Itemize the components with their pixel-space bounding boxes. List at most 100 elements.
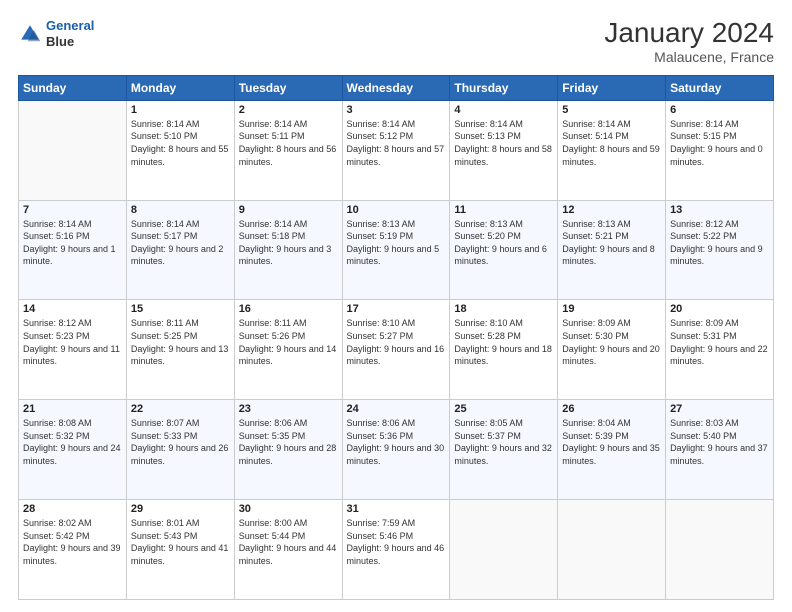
day-info: Sunrise: 8:06 AMSunset: 5:36 PMDaylight:…	[347, 417, 446, 467]
day-number: 10	[347, 204, 446, 216]
day-info: Sunrise: 8:08 AMSunset: 5:32 PMDaylight:…	[23, 417, 122, 467]
subtitle: Malaucene, France	[604, 49, 774, 65]
calendar-day-cell: 3 Sunrise: 8:14 AMSunset: 5:12 PMDaylight…	[342, 100, 450, 200]
calendar-day-cell: 21Sunrise: 8:08 AMSunset: 5:32 PMDayligh…	[19, 400, 127, 500]
weekday-header: Saturday	[666, 75, 774, 100]
day-number: 3	[347, 104, 446, 116]
day-number: 27	[670, 403, 769, 415]
calendar-day-cell: 15 Sunrise: 8:11 AMSunset: 5:25 PMDayligh…	[126, 300, 234, 400]
calendar-day-cell	[666, 500, 774, 600]
calendar-day-cell: 18 Sunrise: 8:10 AMSunset: 5:28 PMDayligh…	[450, 300, 558, 400]
day-number: 28	[23, 503, 122, 515]
calendar-day-cell: 1 Sunrise: 8:14 AMSunset: 5:10 PMDaylight…	[126, 100, 234, 200]
day-info: Sunrise: 8:13 AMSunset: 5:19 PMDaylight:…	[347, 218, 446, 268]
day-info: Sunrise: 8:14 AMSunset: 5:18 PMDaylight:…	[239, 218, 338, 268]
calendar-day-cell: 6 Sunrise: 8:14 AMSunset: 5:15 PMDaylight…	[666, 100, 774, 200]
calendar-day-cell: 4 Sunrise: 8:14 AMSunset: 5:13 PMDaylight…	[450, 100, 558, 200]
day-info: Sunrise: 8:09 AMSunset: 5:30 PMDaylight:…	[562, 317, 661, 367]
day-info: Sunrise: 8:14 AMSunset: 5:16 PMDaylight:…	[23, 218, 122, 268]
weekday-header: Wednesday	[342, 75, 450, 100]
day-number: 5	[562, 104, 661, 116]
calendar-day-cell: 7Sunrise: 8:14 AMSunset: 5:16 PMDaylight…	[19, 200, 127, 300]
day-number: 6	[670, 104, 769, 116]
calendar-day-cell: 27 Sunrise: 8:03 AMSunset: 5:40 PMDayligh…	[666, 400, 774, 500]
day-info: Sunrise: 8:04 AMSunset: 5:39 PMDaylight:…	[562, 417, 661, 467]
day-info: Sunrise: 8:00 AMSunset: 5:44 PMDaylight:…	[239, 517, 338, 567]
day-number: 15	[131, 303, 230, 315]
calendar-day-cell: 9Sunrise: 8:14 AMSunset: 5:18 PMDaylight…	[234, 200, 342, 300]
weekday-header: Sunday	[19, 75, 127, 100]
day-info: Sunrise: 8:01 AMSunset: 5:43 PMDaylight:…	[131, 517, 230, 567]
calendar-day-cell: 29 Sunrise: 8:01 AMSunset: 5:43 PMDayligh…	[126, 500, 234, 600]
weekday-header: Thursday	[450, 75, 558, 100]
day-info: Sunrise: 8:10 AMSunset: 5:27 PMDaylight:…	[347, 317, 446, 367]
calendar-table: SundayMondayTuesdayWednesdayThursdayFrid…	[18, 75, 774, 600]
day-number: 26	[562, 403, 661, 415]
calendar-day-cell: 20 Sunrise: 8:09 AMSunset: 5:31 PMDayligh…	[666, 300, 774, 400]
day-info: Sunrise: 8:14 AMSunset: 5:15 PMDaylight:…	[670, 118, 769, 168]
day-info: Sunrise: 8:14 AMSunset: 5:12 PMDaylight:…	[347, 118, 446, 168]
day-info: Sunrise: 8:13 AMSunset: 5:21 PMDaylight:…	[562, 218, 661, 268]
day-number: 30	[239, 503, 338, 515]
calendar-day-cell: 10 Sunrise: 8:13 AMSunset: 5:19 PMDayligh…	[342, 200, 450, 300]
day-number: 20	[670, 303, 769, 315]
calendar-week-row: 14Sunrise: 8:12 AMSunset: 5:23 PMDayligh…	[19, 300, 774, 400]
calendar-day-cell: 31Sunrise: 7:59 AMSunset: 5:46 PMDayligh…	[342, 500, 450, 600]
logo-blue: Blue	[46, 34, 94, 50]
calendar-day-cell	[19, 100, 127, 200]
day-info: Sunrise: 8:05 AMSunset: 5:37 PMDaylight:…	[454, 417, 553, 467]
day-info: Sunrise: 8:14 AMSunset: 5:13 PMDaylight:…	[454, 118, 553, 168]
day-number: 11	[454, 204, 553, 216]
calendar-day-cell: 5 Sunrise: 8:14 AMSunset: 5:14 PMDaylight…	[558, 100, 666, 200]
weekday-header: Tuesday	[234, 75, 342, 100]
day-number: 25	[454, 403, 553, 415]
calendar-day-cell: 2Sunrise: 8:14 AMSunset: 5:11 PMDaylight…	[234, 100, 342, 200]
title-block: January 2024 Malaucene, France	[604, 18, 774, 65]
page: General Blue January 2024 Malaucene, Fra…	[0, 0, 792, 612]
day-info: Sunrise: 8:14 AMSunset: 5:10 PMDaylight:…	[131, 118, 230, 168]
calendar-week-row: 28 Sunrise: 8:02 AMSunset: 5:42 PMDayligh…	[19, 500, 774, 600]
day-number: 1	[131, 104, 230, 116]
weekday-header: Friday	[558, 75, 666, 100]
day-number: 18	[454, 303, 553, 315]
logo-general: General	[46, 18, 94, 33]
day-info: Sunrise: 8:03 AMSunset: 5:40 PMDaylight:…	[670, 417, 769, 467]
calendar-day-cell: 26 Sunrise: 8:04 AMSunset: 5:39 PMDayligh…	[558, 400, 666, 500]
day-info: Sunrise: 8:10 AMSunset: 5:28 PMDaylight:…	[454, 317, 553, 367]
day-info: Sunrise: 8:14 AMSunset: 5:14 PMDaylight:…	[562, 118, 661, 168]
day-number: 16	[239, 303, 338, 315]
day-number: 19	[562, 303, 661, 315]
day-info: Sunrise: 8:14 AMSunset: 5:17 PMDaylight:…	[131, 218, 230, 268]
day-number: 4	[454, 104, 553, 116]
day-info: Sunrise: 8:07 AMSunset: 5:33 PMDaylight:…	[131, 417, 230, 467]
calendar-day-cell	[558, 500, 666, 600]
calendar-week-row: 21Sunrise: 8:08 AMSunset: 5:32 PMDayligh…	[19, 400, 774, 500]
day-info: Sunrise: 8:11 AMSunset: 5:25 PMDaylight:…	[131, 317, 230, 367]
weekday-header: Monday	[126, 75, 234, 100]
day-info: Sunrise: 8:02 AMSunset: 5:42 PMDaylight:…	[23, 517, 122, 567]
calendar-day-cell	[450, 500, 558, 600]
calendar-day-cell: 19 Sunrise: 8:09 AMSunset: 5:30 PMDayligh…	[558, 300, 666, 400]
day-info: Sunrise: 8:06 AMSunset: 5:35 PMDaylight:…	[239, 417, 338, 467]
day-number: 8	[131, 204, 230, 216]
calendar-day-cell: 13 Sunrise: 8:12 AMSunset: 5:22 PMDayligh…	[666, 200, 774, 300]
day-info: Sunrise: 8:11 AMSunset: 5:26 PMDaylight:…	[239, 317, 338, 367]
day-info: Sunrise: 8:09 AMSunset: 5:31 PMDaylight:…	[670, 317, 769, 367]
day-info: Sunrise: 8:13 AMSunset: 5:20 PMDaylight:…	[454, 218, 553, 268]
calendar-day-cell: 8 Sunrise: 8:14 AMSunset: 5:17 PMDaylight…	[126, 200, 234, 300]
calendar-week-row: 7Sunrise: 8:14 AMSunset: 5:16 PMDaylight…	[19, 200, 774, 300]
day-number: 12	[562, 204, 661, 216]
calendar-week-row: 1 Sunrise: 8:14 AMSunset: 5:10 PMDaylight…	[19, 100, 774, 200]
day-number: 22	[131, 403, 230, 415]
day-number: 24	[347, 403, 446, 415]
calendar-day-cell: 30 Sunrise: 8:00 AMSunset: 5:44 PMDayligh…	[234, 500, 342, 600]
day-number: 13	[670, 204, 769, 216]
day-info: Sunrise: 8:12 AMSunset: 5:22 PMDaylight:…	[670, 218, 769, 268]
header: General Blue January 2024 Malaucene, Fra…	[18, 18, 774, 65]
day-number: 17	[347, 303, 446, 315]
calendar-day-cell: 28 Sunrise: 8:02 AMSunset: 5:42 PMDayligh…	[19, 500, 127, 600]
logo: General Blue	[18, 18, 94, 49]
day-number: 31	[347, 503, 446, 515]
day-number: 29	[131, 503, 230, 515]
logo-text: General Blue	[46, 18, 94, 49]
